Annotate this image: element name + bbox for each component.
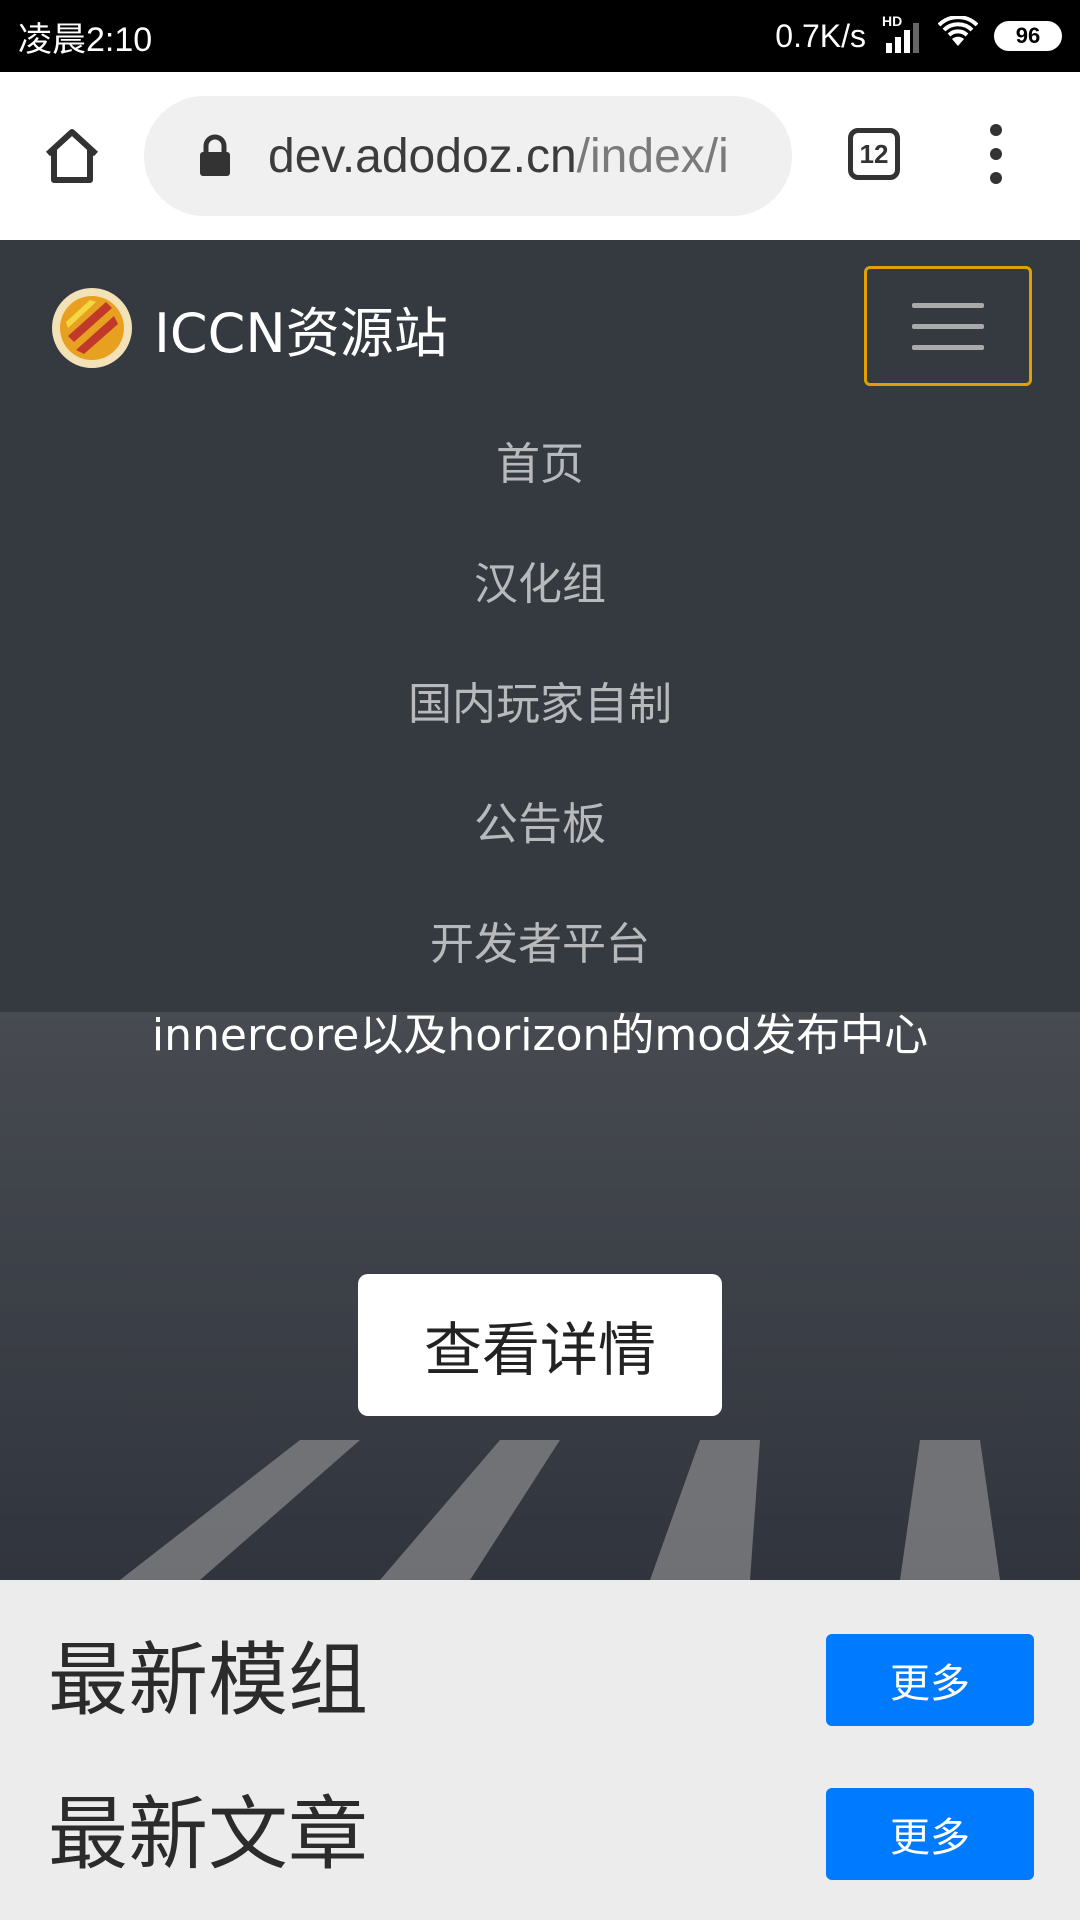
more-articles-button[interactable]: 更多	[826, 1788, 1034, 1880]
url-path: /index/i	[576, 129, 729, 183]
nav-item-bulletin-board[interactable]: 公告板	[0, 760, 1080, 880]
brand-logo-icon	[52, 288, 132, 368]
section-title: 最新文章	[48, 1788, 368, 1881]
latest-mods-section: 最新模组 更多	[0, 1598, 1080, 1748]
navbar: ICCN资源站 首页 汉化组 国内玩家自制 公告板 开发者平台	[0, 240, 1080, 1012]
url-text[interactable]: dev.adodoz.cn/index/i	[268, 129, 729, 184]
signal-icon: HD	[882, 13, 922, 53]
more-mods-button[interactable]: 更多	[826, 1634, 1034, 1726]
nav-item-home[interactable]: 首页	[0, 400, 1080, 520]
lock-icon	[198, 134, 232, 178]
section-title: 最新模组	[48, 1634, 368, 1727]
nav-menu: 首页 汉化组 国内玩家自制 公告板 开发者平台	[0, 400, 1080, 1000]
nav-item-developer-platform[interactable]: 开发者平台	[0, 880, 1080, 1000]
address-bar[interactable]: dev.adodoz.cn/index/i	[144, 96, 792, 216]
hamburger-icon	[912, 302, 984, 308]
nav-item-localization-team[interactable]: 汉化组	[0, 520, 1080, 640]
status-time: 凌晨2:10	[18, 20, 153, 59]
home-icon[interactable]	[40, 124, 104, 188]
latest-articles-section: 最新文章 更多	[0, 1752, 1080, 1902]
navbar-toggler-button[interactable]	[864, 266, 1032, 386]
view-details-button[interactable]: 查看详情	[358, 1274, 722, 1416]
net-speed: 0.7K/s	[775, 17, 866, 54]
battery-icon: 96	[994, 21, 1062, 51]
tab-switcher-button[interactable]: 12	[848, 128, 900, 180]
nav-item-domestic-player-made[interactable]: 国内玩家自制	[0, 640, 1080, 760]
status-bar: 凌晨2:10 0.7K/s HD 96	[0, 0, 1080, 72]
brand-link[interactable]: ICCN资源站	[50, 286, 448, 370]
status-indicators: 0.7K/s HD 96	[775, 13, 1062, 56]
background-image	[120, 1440, 1000, 1580]
more-options-icon[interactable]	[988, 124, 1004, 188]
wifi-icon	[937, 15, 979, 56]
browser-toolbar: dev.adodoz.cn/index/i 12	[0, 72, 1080, 240]
url-host: dev.adodoz.cn	[268, 129, 577, 183]
brand-name: ICCN资源站	[154, 301, 448, 365]
